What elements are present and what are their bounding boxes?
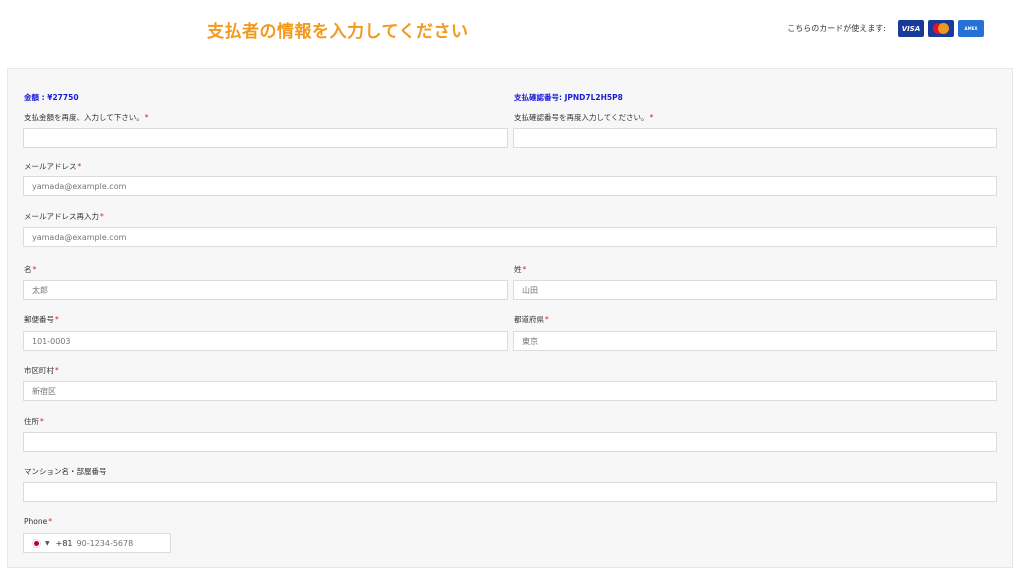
payer-form: 金額 : ¥27750 支払確認番号: JPND7L2H5P8 支払金額を再度、… bbox=[7, 68, 1013, 568]
amount-input[interactable] bbox=[23, 128, 508, 148]
postal-code-input[interactable] bbox=[23, 331, 508, 351]
amex-card-icon: AMEX bbox=[958, 20, 984, 37]
country-selector[interactable]: ▼ bbox=[32, 538, 56, 548]
confirm-number-label: 支払確認番号を再度入力してください。* bbox=[514, 113, 654, 122]
phone-label: Phone* bbox=[24, 517, 52, 526]
first-name-input[interactable] bbox=[23, 280, 508, 300]
building-label: マンション名・部屋番号 bbox=[24, 467, 107, 476]
address-input[interactable] bbox=[23, 432, 997, 452]
chevron-down-icon: ▼ bbox=[45, 539, 50, 547]
prefecture-input[interactable] bbox=[513, 331, 997, 351]
last-name-label: 姓* bbox=[514, 265, 527, 274]
postal-code-label: 郵便番号* bbox=[24, 315, 59, 324]
first-name-label: 名* bbox=[24, 265, 37, 274]
accepted-cards: こちらのカードが使えます: VISA AMEX bbox=[787, 20, 984, 37]
email-input[interactable] bbox=[23, 176, 997, 196]
last-name-input[interactable] bbox=[513, 280, 997, 300]
jp-flag-icon bbox=[32, 538, 41, 548]
amount-info: 金額 : ¥27750 bbox=[24, 93, 79, 102]
building-input[interactable] bbox=[23, 482, 997, 502]
confirm-number-input[interactable] bbox=[513, 128, 997, 148]
prefecture-label: 都道府県* bbox=[514, 315, 549, 324]
email-confirm-label: メールアドレス再入力* bbox=[24, 212, 104, 221]
email-label: メールアドレス* bbox=[24, 162, 82, 171]
page-title: 支払者の情報を入力してください bbox=[207, 22, 469, 42]
address-label: 住所* bbox=[24, 417, 44, 426]
phone-field: ▼ +81 bbox=[23, 533, 171, 553]
phone-input[interactable] bbox=[76, 538, 157, 548]
cards-label: こちらのカードが使えます: bbox=[787, 24, 886, 33]
city-input[interactable] bbox=[23, 381, 997, 401]
dial-code: +81 bbox=[55, 538, 73, 548]
city-label: 市区町村* bbox=[24, 366, 59, 375]
amount-label: 支払金額を再度、入力して下さい。* bbox=[24, 113, 149, 122]
mastercard-card-icon bbox=[928, 20, 954, 37]
visa-card-icon: VISA bbox=[898, 20, 924, 37]
confirm-number-info: 支払確認番号: JPND7L2H5P8 bbox=[514, 93, 623, 102]
email-confirm-input[interactable] bbox=[23, 227, 997, 247]
